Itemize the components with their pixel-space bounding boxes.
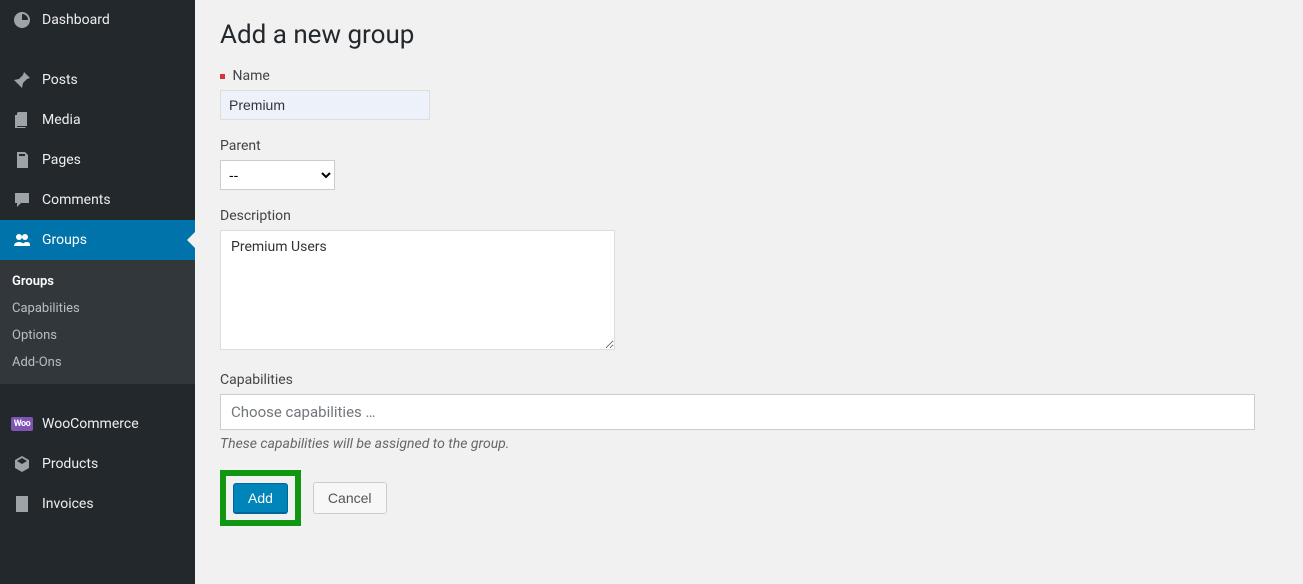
description-label: Description: [220, 208, 1278, 224]
parent-field: Parent --: [220, 138, 1278, 190]
menu-label: Invoices: [42, 496, 94, 512]
parent-select[interactable]: --: [220, 160, 335, 190]
sidebar-item-invoices[interactable]: Invoices: [0, 484, 195, 524]
menu-label: Comments: [42, 192, 111, 208]
admin-sidebar: Dashboard Posts Media Pages Comments Gro…: [0, 0, 195, 584]
menu-label: Media: [42, 112, 81, 128]
menu-label: WooCommerce: [42, 416, 139, 432]
add-button[interactable]: Add: [233, 483, 288, 513]
menu-label: Groups: [42, 232, 87, 248]
cancel-button[interactable]: Cancel: [313, 482, 387, 514]
capabilities-label: Capabilities: [220, 372, 1278, 388]
description-field: Description Premium Users: [220, 208, 1278, 354]
products-icon: [12, 454, 32, 474]
media-icon: [12, 110, 32, 130]
menu-label: Dashboard: [42, 12, 110, 28]
sidebar-item-woocommerce[interactable]: Woo WooCommerce: [0, 404, 195, 444]
pin-icon: [12, 70, 32, 90]
sidebar-item-media[interactable]: Media: [0, 100, 195, 140]
menu-label: Posts: [42, 72, 78, 88]
add-button-highlight: Add: [220, 470, 301, 526]
comments-icon: [12, 190, 32, 210]
capabilities-input[interactable]: Choose capabilities …: [220, 394, 1255, 430]
submenu-item-options[interactable]: Options: [0, 322, 195, 349]
dashboard-icon: [12, 10, 32, 30]
name-input[interactable]: [220, 90, 430, 120]
capabilities-field: Capabilities Choose capabilities … These…: [220, 372, 1278, 452]
form-actions: Add Cancel: [220, 470, 1278, 526]
submenu-item-addons[interactable]: Add-Ons: [0, 349, 195, 376]
pages-icon: [12, 150, 32, 170]
sidebar-item-pages[interactable]: Pages: [0, 140, 195, 180]
menu-label: Products: [42, 456, 98, 472]
submenu-item-capabilities[interactable]: Capabilities: [0, 295, 195, 322]
main-content: Add a new group Name Parent -- Descripti…: [195, 0, 1303, 584]
invoices-icon: [12, 494, 32, 514]
sidebar-item-posts[interactable]: Posts: [0, 60, 195, 100]
groups-submenu: Groups Capabilities Options Add-Ons: [0, 260, 195, 384]
sidebar-item-dashboard[interactable]: Dashboard: [0, 0, 195, 40]
name-field: Name: [220, 68, 1278, 120]
description-input[interactable]: Premium Users: [220, 230, 615, 350]
woocommerce-icon: Woo: [12, 414, 32, 434]
required-indicator: [220, 74, 225, 79]
page-title: Add a new group: [220, 20, 1278, 50]
submenu-item-groups[interactable]: Groups: [0, 268, 195, 295]
capabilities-hint: These capabilities will be assigned to t…: [220, 436, 1278, 452]
name-label: Name: [220, 68, 1278, 84]
menu-label: Pages: [42, 152, 81, 168]
sidebar-item-comments[interactable]: Comments: [0, 180, 195, 220]
sidebar-item-groups[interactable]: Groups: [0, 220, 195, 260]
groups-icon: [12, 230, 32, 250]
sidebar-item-products[interactable]: Products: [0, 444, 195, 484]
parent-label: Parent: [220, 138, 1278, 154]
